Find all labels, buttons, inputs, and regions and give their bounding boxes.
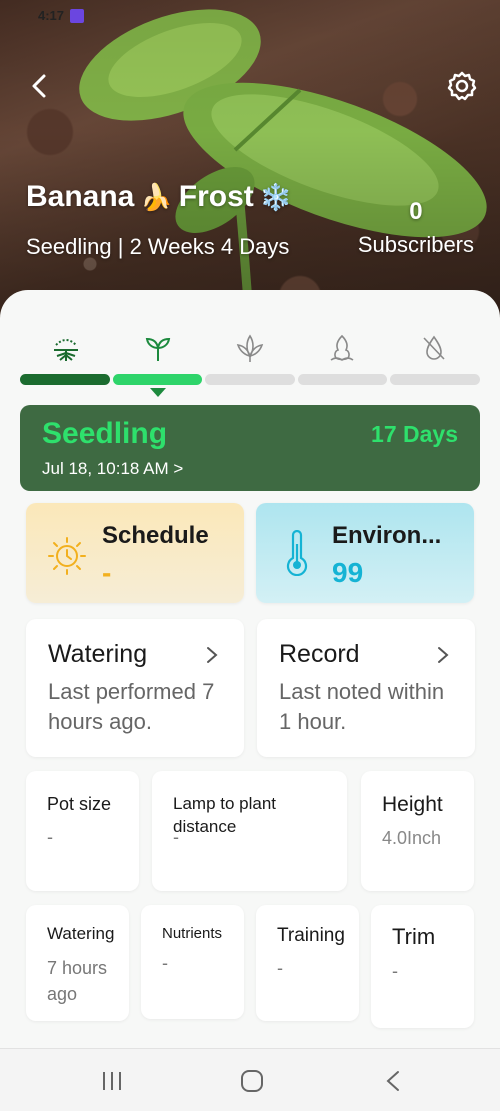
trim-card[interactable]: Trim -: [371, 905, 474, 1028]
plant-detail-panel: Seedling 17 Days Jul 18, 10:18 AM > Sche…: [0, 290, 500, 1050]
back-button[interactable]: [26, 72, 54, 100]
plant-name-part-2: Frost: [178, 180, 254, 213]
harvest-off-icon: [423, 335, 445, 360]
lamp-distance-value: -: [173, 827, 179, 847]
stage-progress: [20, 374, 480, 385]
nav-back-button[interactable]: [382, 1070, 406, 1092]
stage-vegetative[interactable]: [204, 330, 296, 366]
lamp-distance-card[interactable]: Lamp to plant distance -: [152, 771, 347, 891]
current-stage-card[interactable]: Seedling 17 Days Jul 18, 10:18 AM >: [20, 405, 480, 491]
flowering-bud-icon: [330, 334, 354, 361]
watering-log-value: 7 hours ago: [47, 958, 108, 1004]
record-title: Record: [279, 640, 360, 668]
subscribers[interactable]: 0 Subscribers: [358, 198, 474, 258]
stage-progress-segment: [20, 374, 110, 385]
pot-size-value: -: [47, 827, 53, 847]
trim-title: Trim: [392, 924, 436, 949]
lamp-distance-title: Lamp to plant distance: [173, 794, 277, 836]
sun-clock-icon: [48, 537, 86, 575]
schedule-title: Schedule: [102, 522, 209, 549]
stage-pointer-icon: [150, 388, 166, 397]
settings-button[interactable]: [446, 70, 478, 102]
plant-stage-subtitle: Seedling | 2 Weeks 4 Days: [26, 234, 290, 259]
schedule-value: -: [102, 557, 112, 588]
stage-progress-segment: [390, 374, 480, 385]
stage-germination[interactable]: [20, 330, 112, 366]
nav-back-icon: [386, 1071, 399, 1091]
subscriber-label: Subscribers: [357, 232, 474, 257]
watering-log-card[interactable]: Watering 7 hours ago: [26, 905, 129, 1021]
environment-value: 99: [332, 557, 364, 588]
watering-desc: Last performed 7 hours ago.: [48, 679, 215, 734]
chevron-right-icon: [207, 647, 218, 663]
home-icon: [241, 1070, 263, 1092]
status-time: 4:17: [38, 8, 65, 23]
stage-progress-segment: [112, 374, 203, 385]
stage-harvest[interactable]: [388, 330, 480, 366]
thermometer-icon: [286, 530, 308, 576]
home-button[interactable]: [240, 1070, 264, 1092]
stage-name: Seedling: [42, 417, 168, 450]
system-navigation-bar: [0, 1048, 500, 1111]
snowflake-emoji: ❄️: [259, 181, 293, 212]
height-card[interactable]: Height 4.0Inch: [361, 771, 474, 891]
stage-days: 17 Days: [371, 421, 458, 447]
height-title: Height: [382, 793, 443, 816]
stage-progress-segment: [297, 374, 388, 385]
chevron-right-icon: [438, 647, 449, 663]
banana-emoji: 🍌: [140, 181, 173, 212]
nutrients-value: -: [162, 953, 168, 973]
stage-start-date: Jul 18, 10:18 AM >: [42, 459, 184, 478]
environment-title: Environ...: [332, 522, 442, 549]
germination-icon: [54, 339, 78, 361]
gear-icon: [447, 71, 477, 101]
stage-flowering[interactable]: [296, 330, 388, 366]
pot-size-card[interactable]: Pot size -: [26, 771, 139, 891]
plant-name-part-1: Banana: [26, 180, 135, 213]
nutrients-title: Nutrients: [162, 925, 223, 942]
record-card[interactable]: Record Last noted within 1 hour.: [257, 619, 475, 757]
plant-cover-photo: 4:17 Banana 🍌 Frost ❄️ Seedling | 2 Week…: [0, 0, 500, 330]
plant-name: Banana 🍌 Frost ❄️: [26, 180, 292, 214]
watering-title: Watering: [48, 640, 148, 668]
stage-seedling[interactable]: [112, 330, 204, 366]
stage-progress-segment: [205, 374, 295, 385]
watering-log-title: Watering: [47, 924, 115, 943]
back-arrow-icon: [32, 74, 46, 98]
trim-value: -: [392, 961, 398, 981]
height-value: 4.0Inch: [382, 828, 442, 848]
subscriber-count: 0: [409, 198, 423, 225]
training-value: -: [277, 958, 283, 978]
watering-card[interactable]: Watering Last performed 7 hours ago.: [26, 619, 244, 757]
seedling-sprout-icon: [145, 337, 171, 361]
training-card[interactable]: Training -: [256, 905, 359, 1021]
record-desc: Last noted within 1 hour.: [279, 679, 445, 734]
vegetative-leaf-icon: [236, 334, 264, 362]
training-title: Training: [277, 925, 345, 946]
stage-selector: [20, 330, 480, 366]
recent-apps-button[interactable]: [100, 1070, 124, 1092]
status-bar: 4:17: [38, 8, 85, 23]
notification-icon: [70, 8, 85, 23]
nutrients-card[interactable]: Nutrients -: [141, 905, 244, 1019]
recent-apps-icon: [103, 1072, 121, 1090]
pot-size-title: Pot size: [47, 794, 112, 814]
environment-card[interactable]: Environ... 99: [256, 503, 474, 603]
schedule-card[interactable]: Schedule -: [26, 503, 244, 603]
